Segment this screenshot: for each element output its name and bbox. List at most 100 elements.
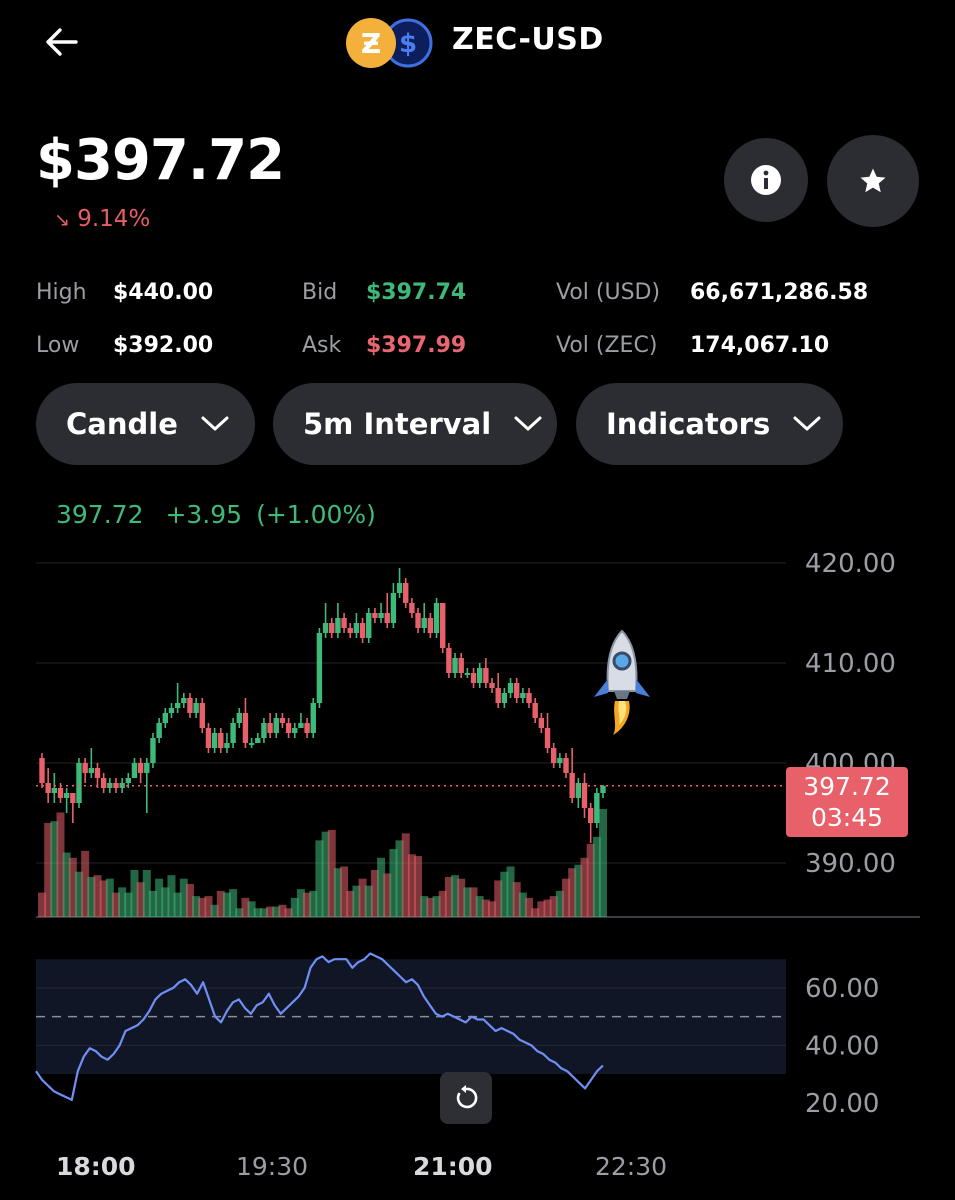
candle-body — [298, 723, 304, 728]
candle-body — [563, 758, 569, 773]
back-button[interactable] — [40, 20, 88, 64]
candle-body — [242, 713, 249, 743]
live-price-badge: 397.72 03:45 — [786, 767, 908, 837]
candle-body — [403, 583, 409, 603]
candle-body — [230, 723, 236, 743]
live-price: 397.72 — [803, 772, 891, 801]
y-tick-label: 420.00 — [805, 549, 896, 579]
stat-bid-value: $397.74 — [366, 280, 467, 305]
x-tick-label: 19:30 — [236, 1152, 309, 1181]
stat-high-value: $440.00 — [113, 280, 214, 305]
candle-body — [359, 623, 366, 638]
candle-body — [310, 703, 316, 733]
chevron-down-icon — [793, 416, 821, 431]
rsi-tick-label: 60.00 — [805, 974, 879, 1004]
price-change: ↘ 9.14% — [54, 206, 150, 232]
ohlc-change-percent: (+1.00%) — [256, 500, 376, 529]
candle-body — [446, 648, 452, 673]
indicators-label: Indicators — [606, 407, 771, 441]
candle-body — [304, 723, 310, 733]
candle-body — [513, 683, 520, 698]
candle-body — [255, 738, 261, 743]
candle-body — [550, 748, 557, 763]
stat-low-value: $392.00 — [113, 333, 214, 358]
x-tick-label: 18:00 — [56, 1152, 136, 1181]
down-arrow-icon: ↘ — [54, 209, 70, 231]
interval-label: 5m Interval — [303, 407, 492, 441]
candle-body — [544, 728, 551, 748]
indicators-dropdown[interactable]: Indicators — [576, 383, 843, 465]
candle-body — [57, 788, 64, 798]
candle-body — [433, 603, 440, 633]
candle-body — [248, 743, 255, 745]
candle-body — [94, 768, 101, 778]
candle-body — [279, 718, 286, 723]
rocket-icon — [594, 629, 650, 735]
candle-body — [51, 788, 58, 793]
ohlc-readout: 397.72 +3.95 (+1.00%) — [56, 500, 390, 529]
candle-body — [187, 698, 193, 713]
ohlc-last: 397.72 — [56, 500, 144, 529]
svg-text:Ƶ: Ƶ — [361, 27, 381, 60]
candle-body — [45, 783, 51, 793]
candle-body — [470, 673, 477, 683]
candle-body — [329, 623, 335, 633]
stat-vol-zec-label: Vol (ZEC) — [556, 333, 658, 358]
candle-body — [150, 738, 156, 763]
stat-vol-usd-value: 66,671,286.58 — [690, 280, 869, 305]
reset-chart-button[interactable] — [440, 1072, 492, 1124]
candle-body — [458, 658, 464, 673]
rsi-tick-label: 20.00 — [805, 1089, 879, 1119]
candle-body — [181, 698, 187, 703]
candle-body — [532, 703, 538, 718]
candle-body — [261, 723, 267, 738]
candle-body — [440, 603, 446, 648]
back-arrow-icon — [46, 28, 78, 56]
candle-body — [267, 723, 273, 733]
candle-body — [409, 603, 415, 613]
candle-countdown: 03:45 — [810, 803, 884, 832]
candle-body — [193, 703, 199, 713]
candle-body — [390, 593, 397, 623]
candle-body — [538, 718, 545, 728]
candle-body — [76, 763, 82, 803]
chevron-down-icon — [201, 416, 229, 431]
candle-body — [156, 723, 162, 738]
stat-low: Low — [36, 333, 79, 358]
candle-body — [162, 713, 168, 723]
candle-body — [125, 778, 132, 783]
candle-body — [137, 763, 144, 773]
svg-text:$: $ — [399, 29, 417, 59]
candle-body — [82, 763, 88, 773]
candle-body — [587, 808, 594, 823]
stat-ask-label: Ask — [302, 333, 342, 358]
candle-body — [224, 743, 230, 748]
candle-body — [396, 583, 403, 593]
candle-body — [335, 618, 341, 633]
y-tick-label: 410.00 — [805, 649, 896, 679]
candle-body — [347, 628, 353, 633]
candle-body — [144, 763, 150, 773]
star-icon — [860, 168, 886, 193]
stat-low-label: Low — [36, 333, 80, 358]
ohlc-change: +3.95 — [165, 500, 243, 529]
candle-body — [557, 758, 563, 763]
candle-body — [218, 733, 224, 748]
info-button[interactable] — [724, 138, 808, 222]
chart-type-dropdown[interactable]: Candle — [36, 383, 255, 465]
candle-body — [495, 688, 501, 703]
candle-body — [600, 785, 606, 793]
candle-body — [341, 618, 347, 628]
candle-body — [501, 693, 508, 703]
zcash-coin-icon: Ƶ — [346, 18, 396, 68]
favorite-button[interactable] — [827, 135, 919, 227]
pair-coin-icons: $ Ƶ — [344, 16, 436, 70]
stat-bid-label: Bid — [302, 280, 338, 305]
candle-body — [581, 783, 588, 808]
candle-body — [292, 728, 298, 733]
price-change-percent: 9.14% — [77, 206, 151, 232]
interval-dropdown[interactable]: 5m Interval — [273, 383, 557, 465]
candle-body — [384, 613, 390, 623]
candle-body — [211, 733, 218, 748]
y-tick-label: 390.00 — [805, 849, 896, 879]
